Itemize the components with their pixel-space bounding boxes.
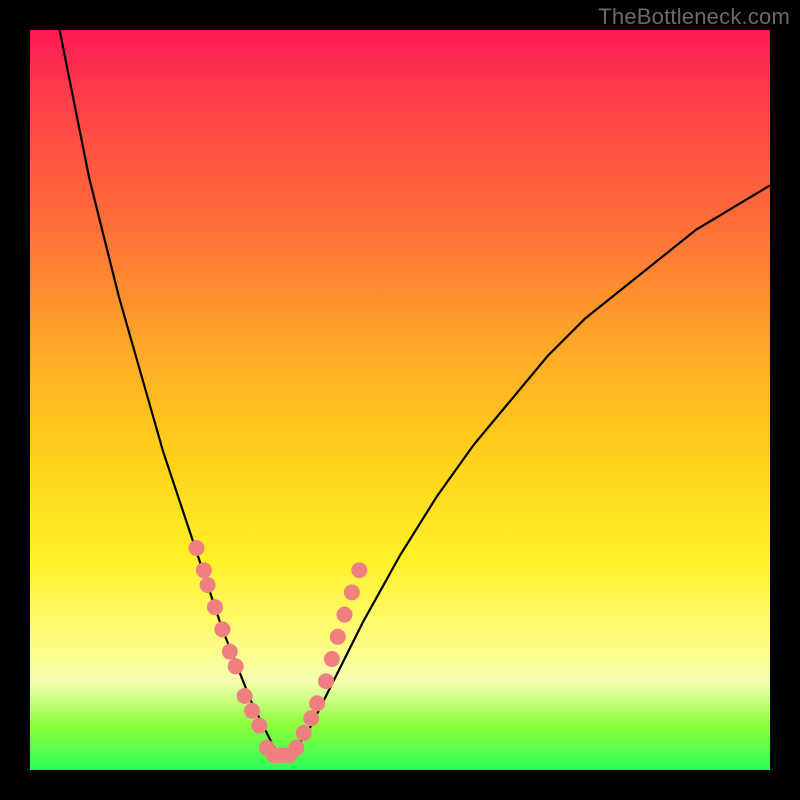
marker-dot [303,710,319,726]
marker-dot [318,673,334,689]
bottleneck-curve-path [60,30,770,755]
marker-dot [337,607,353,623]
marker-dot [189,540,205,556]
marker-dot [330,629,346,645]
bottleneck-curve [60,30,770,755]
chart-frame: TheBottleneck.com [0,0,800,800]
chart-svg [30,30,770,770]
marker-dot [344,584,360,600]
marker-dot [288,740,304,756]
marker-dot [222,644,238,660]
marker-dot [244,703,260,719]
marker-dot [309,695,325,711]
marker-dot [196,562,212,578]
marker-dot [228,658,244,674]
marker-dots [189,540,368,763]
marker-dot [237,688,253,704]
watermark-text: TheBottleneck.com [598,4,790,30]
marker-dot [324,651,340,667]
marker-dot [207,599,223,615]
marker-dot [200,577,216,593]
marker-dot [251,718,267,734]
marker-dot [214,621,230,637]
plot-area [30,30,770,770]
marker-dot [351,562,367,578]
marker-dot [296,725,312,741]
